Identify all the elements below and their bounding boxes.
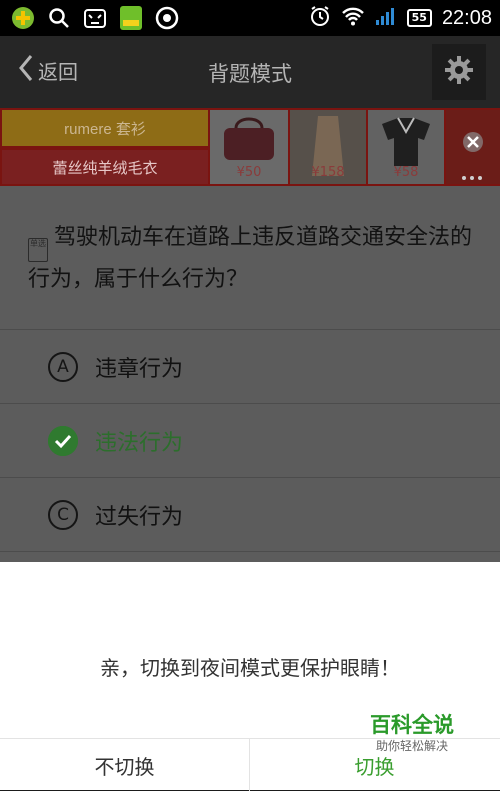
dialog-message: 亲，切换到夜间模式更保护眼睛！ <box>100 656 400 680</box>
option-c[interactable]: C 过失行为 <box>0 477 500 552</box>
option-a-text: 违章行为 <box>95 356 184 382</box>
ad-product-2[interactable]: ¥158 <box>290 110 366 184</box>
ad-banner[interactable]: rumere 套衫 蕾丝纯羊绒毛衣 ¥50 ¥158 ¥58 <box>0 108 500 186</box>
status-bar: 55 22:08 <box>0 0 500 36</box>
option-c-text: 过失行为 <box>95 504 184 530</box>
battery-indicator: 55 <box>406 9 432 27</box>
alarm-icon <box>309 5 331 31</box>
ad-logo <box>446 110 500 184</box>
option-b-text: 违法行为 <box>95 430 184 456</box>
check-icon <box>48 425 78 456</box>
gear-icon <box>444 55 474 89</box>
signal-icon <box>375 6 397 30</box>
app-icon <box>10 5 36 31</box>
driving-school-icon <box>118 5 144 31</box>
ad-product-3[interactable]: ¥58 <box>368 110 444 184</box>
ad-price-1: ¥50 <box>236 165 262 180</box>
switch-button[interactable]: 切换 <box>250 739 499 791</box>
clock: 22:08 <box>441 6 492 29</box>
night-mode-dialog: 亲，切换到夜间模式更保护眼睛！ 百科全说 助你轻松解决 不切换 切换 <box>0 562 500 791</box>
option-b[interactable]: 违法行为 <box>0 403 500 477</box>
search-icon <box>46 5 72 31</box>
ad-price-2: ¥158 <box>311 165 345 180</box>
option-a-mark: A <box>48 351 78 382</box>
ad-link-2[interactable]: 蕾丝纯羊绒毛衣 <box>2 150 208 184</box>
ad-link-1[interactable]: rumere 套衫 <box>2 110 208 146</box>
title-bar: 返回 背题模式 <box>0 36 500 108</box>
page-title: 背题模式 <box>208 62 292 86</box>
question-text: 驾驶机动车在道路上违反道路交通安全法的行为，属于什么行为？ <box>28 225 473 292</box>
question-type-badge: 单选 <box>28 238 48 262</box>
ad-close-icon <box>462 132 483 180</box>
cat-icon <box>82 5 108 31</box>
settings-icon <box>154 5 180 31</box>
watermark-title: 百科全说 <box>370 713 454 737</box>
question-area: 单选 驾驶机动车在道路上违反道路交通安全法的行为，属于什么行为？ A 违章行为 违… <box>0 186 500 562</box>
question: 单选 驾驶机动车在道路上违反道路交通安全法的行为，属于什么行为？ <box>28 220 473 298</box>
ad-price-3: ¥58 <box>393 165 419 180</box>
wifi-icon <box>341 6 365 30</box>
dialog-buttons: 不切换 切换 <box>0 738 500 791</box>
option-a[interactable]: A 违章行为 <box>0 329 500 403</box>
ad-product-1[interactable]: ¥50 <box>210 110 288 184</box>
settings-button[interactable] <box>432 44 486 100</box>
option-c-mark: C <box>48 499 78 530</box>
dont-switch-button[interactable]: 不切换 <box>0 739 250 791</box>
